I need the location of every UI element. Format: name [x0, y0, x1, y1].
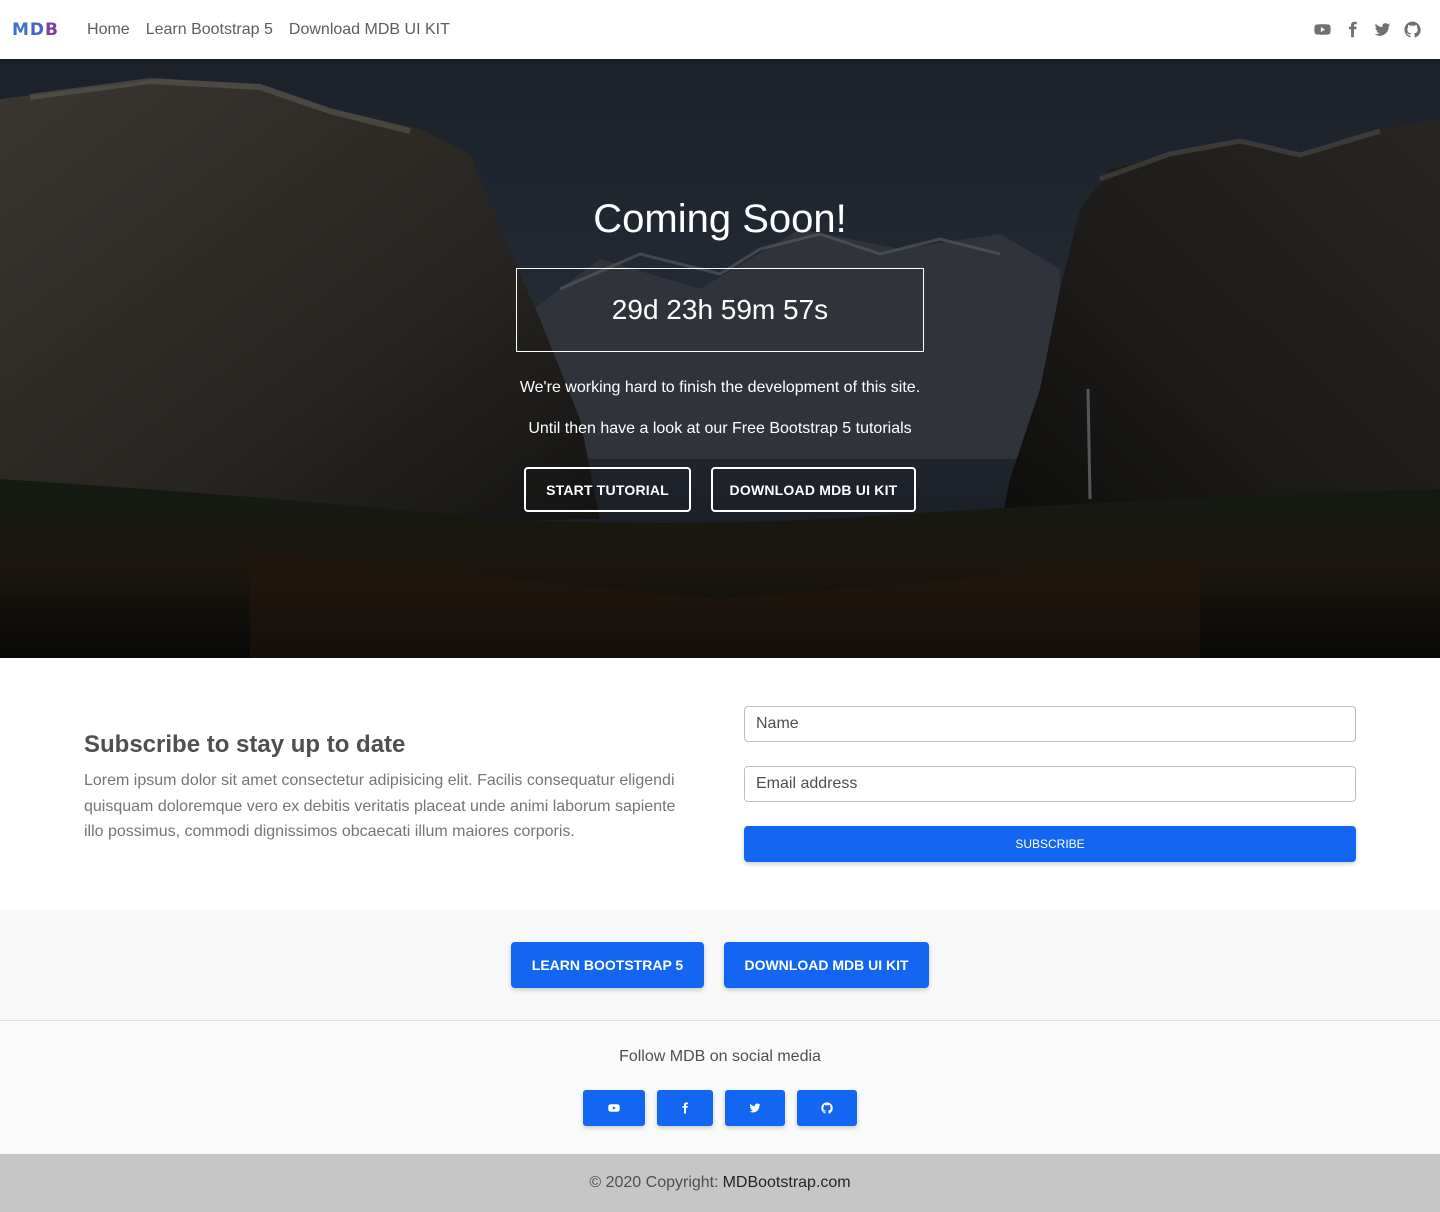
youtube-icon: [608, 1104, 620, 1112]
brand-letter-m: M: [12, 19, 30, 40]
nav-links: Home Learn Bootstrap 5 Download MDB UI K…: [87, 21, 466, 39]
hero-subdescription: Until then have a look at our Free Boots…: [528, 420, 912, 437]
cta-section: [0, 910, 1440, 1020]
hero-section: Coming Soon! 29d 23h 59m 57s We're worki…: [0, 59, 1440, 658]
name-input[interactable]: Name: [744, 706, 1356, 742]
download-mdb-hero-button[interactable]: DOWNLOAD MDB UI KIT: [711, 467, 916, 512]
twitter-icon[interactable]: [1374, 21, 1391, 38]
navbar: M D B Home Learn Bootstrap 5 Download MD…: [0, 0, 1440, 59]
github-icon: [821, 1102, 833, 1114]
copyright-bar: © 2020 Copyright: MDBootstrap.com: [0, 1154, 1440, 1212]
countdown-timer: 29d 23h 59m 57s: [516, 268, 924, 352]
nav-link-download-mdb[interactable]: Download MDB UI KIT: [289, 21, 450, 39]
footer-facebook-button[interactable]: [657, 1090, 713, 1126]
subscribe-heading: Subscribe to stay up to date: [84, 731, 406, 758]
hero-description: We're working hard to finish the develop…: [519, 379, 921, 396]
copyright-link[interactable]: MDBootstrap.com: [723, 1174, 851, 1192]
hero-title: Coming Soon!: [593, 197, 847, 241]
copyright-text: © 2020 Copyright:: [589, 1174, 719, 1191]
footer-youtube-button[interactable]: [583, 1090, 645, 1126]
footer-github-button[interactable]: [797, 1090, 857, 1126]
hero-content: Coming Soon! 29d 23h 59m 57s We're worki…: [0, 59, 1440, 658]
email-input[interactable]: Email address: [744, 766, 1356, 802]
nav-social-icons: [1314, 21, 1421, 38]
follow-text: Follow MDB on social media: [619, 1048, 821, 1065]
footer-social-section: [0, 1021, 1440, 1154]
facebook-icon: [682, 1102, 688, 1114]
youtube-icon[interactable]: [1314, 21, 1331, 38]
footer-twitter-button[interactable]: [725, 1090, 785, 1126]
learn-bootstrap-button[interactable]: LEARN BOOTSTRAP 5: [511, 942, 704, 988]
brand-letter-d: D: [29, 19, 46, 40]
github-icon[interactable]: [1404, 21, 1421, 38]
facebook-icon[interactable]: [1344, 21, 1361, 38]
download-mdb-cta-button[interactable]: DOWNLOAD MDB UI KIT: [724, 942, 929, 988]
brand-letter-b: B: [45, 19, 60, 40]
nav-link-home[interactable]: Home: [87, 21, 130, 39]
start-tutorial-button[interactable]: START TUTORIAL: [524, 467, 691, 512]
subscribe-button[interactable]: SUBSCRIBE: [744, 826, 1356, 862]
brand-logo[interactable]: M D B: [12, 20, 59, 40]
twitter-icon: [749, 1103, 761, 1113]
subscribe-description: Lorem ipsum dolor sit amet consectetur a…: [84, 772, 676, 841]
nav-link-learn-bootstrap[interactable]: Learn Bootstrap 5: [146, 21, 273, 39]
